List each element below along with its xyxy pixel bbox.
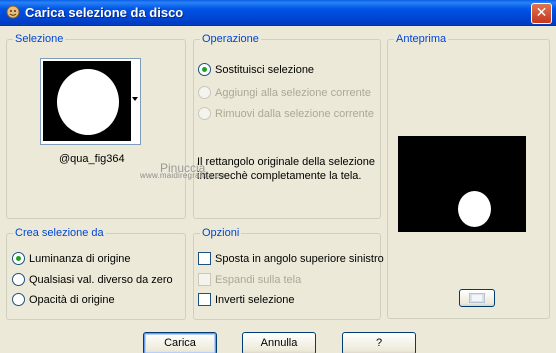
close-icon[interactable]: ✕: [536, 5, 548, 21]
crea-selezione-group-title: Crea selezione da: [13, 227, 106, 240]
checkbox-inverti-selezione[interactable]: Inverti selezione: [198, 293, 295, 306]
dropdown-arrow-icon[interactable]: [132, 97, 138, 101]
radio-indicator[interactable]: [12, 273, 25, 286]
radio-indicator: [198, 86, 211, 99]
preview-image: [398, 136, 526, 232]
checkbox-indicator[interactable]: [198, 293, 211, 306]
selection-file-name: @qua_fig364: [59, 153, 125, 165]
checkbox-sposta-angolo[interactable]: Sposta in angolo superiore sinistro: [198, 252, 384, 265]
annulla-button-label: Annulla: [260, 337, 298, 349]
radio-label: Aggiungi alla selezione corrente: [215, 86, 371, 99]
radio-indicator[interactable]: [12, 252, 25, 265]
checkbox-label: Inverti selezione: [215, 293, 295, 306]
carica-button[interactable]: Carica: [143, 332, 217, 353]
checkbox-espandi-tela: Espandi sulla tela: [198, 273, 301, 286]
radio-rimuovi-selezione: Rimuovi dalla selezione corrente: [198, 107, 374, 120]
help-button[interactable]: ?: [342, 332, 416, 353]
selection-thumbnail: [43, 61, 131, 141]
watermark-url: www.maidiregrafica.eu: [140, 171, 225, 180]
checkbox-indicator: [198, 273, 211, 286]
checkbox-label: Espandi sulla tela: [215, 273, 302, 286]
radio-indicator[interactable]: [198, 63, 211, 76]
selezione-group-title: Selezione: [13, 33, 66, 46]
radio-label: Luminanza di origine: [29, 252, 131, 265]
preview-oval-shape: [458, 191, 491, 227]
radio-aggiungi-selezione: Aggiungi alla selezione corrente: [198, 86, 371, 99]
radio-label: Sostituisci selezione: [215, 63, 315, 76]
preview-zoom-icon: [468, 292, 486, 304]
opzioni-group-title: Opzioni: [200, 227, 242, 240]
help-button-label: ?: [375, 337, 383, 349]
radio-opacita-origine[interactable]: Opacità di origine: [12, 293, 115, 306]
radio-sostituisci-selezione[interactable]: Sostituisci selezione: [198, 63, 314, 76]
annulla-button[interactable]: Annulla: [242, 332, 316, 353]
selection-thumbnail-picker[interactable]: [40, 58, 141, 145]
checkbox-label: Sposta in angolo superiore sinistro: [215, 252, 384, 265]
radio-indicator: [198, 107, 211, 120]
carica-button-label: Carica: [164, 337, 196, 349]
radio-luminanza-origine[interactable]: Luminanza di origine: [12, 252, 131, 265]
radio-label: Qualsiasi val. diverso da zero: [29, 273, 173, 286]
radio-indicator[interactable]: [12, 293, 25, 306]
radio-label: Rimuovi dalla selezione corrente: [215, 107, 374, 120]
window-title: Carica selezione da disco: [25, 5, 184, 20]
checkbox-indicator[interactable]: [198, 252, 211, 265]
app-icon: [6, 5, 20, 19]
anteprima-group-title: Anteprima: [394, 33, 449, 46]
operazione-group-title: Operazione: [200, 33, 261, 46]
close-button[interactable]: ✕: [531, 3, 552, 24]
title-bar: Carica selezione da disco ✕: [0, 0, 556, 26]
radio-label: Opacità di origine: [29, 293, 115, 306]
radio-qualsiasi-valore[interactable]: Qualsiasi val. diverso da zero: [12, 273, 173, 286]
preview-zoom-button[interactable]: [459, 289, 495, 307]
thumbnail-oval-shape: [57, 69, 119, 135]
operation-message-line1: Il rettangolo originale della selezione: [197, 156, 375, 168]
